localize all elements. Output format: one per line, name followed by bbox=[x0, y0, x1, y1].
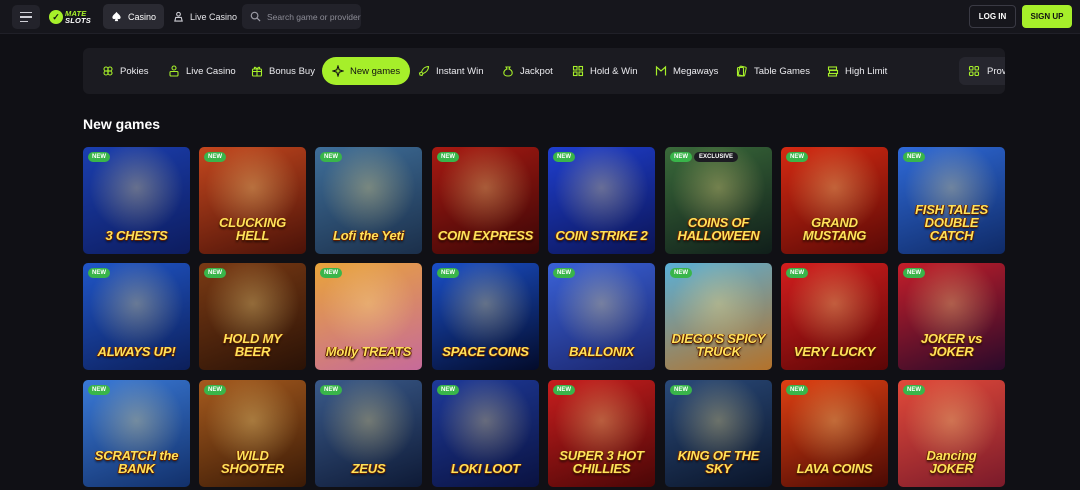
game-tile[interactable]: NEW SCRATCH the BANK bbox=[83, 380, 190, 487]
game-title: ALWAYS UP! bbox=[97, 344, 176, 359]
game-title: CLUCKING HELL bbox=[218, 215, 286, 243]
game-tile[interactable]: NEW FISH TALES DOUBLE CATCH bbox=[898, 147, 1005, 254]
game-title: COIN EXPRESS bbox=[437, 228, 534, 243]
game-tile[interactable]: NEW SUPER 3 HOT CHILLIES bbox=[548, 380, 655, 487]
new-badge: NEW bbox=[786, 268, 808, 278]
new-badge: NEW bbox=[88, 152, 110, 162]
game-tile[interactable]: NEW EXCLUSIVE COINS OF HALLOWEEN bbox=[665, 147, 772, 254]
game-tile[interactable]: NEW DIEGO'S SPICY TRUCK bbox=[665, 263, 772, 370]
game-title: FISH TALES DOUBLE CATCH bbox=[915, 202, 988, 243]
game-tile[interactable]: NEW HOLD MY BEER bbox=[199, 263, 306, 370]
game-tile[interactable]: NEW WILD SHOOTER bbox=[199, 380, 306, 487]
game-title: Molly TREATS bbox=[325, 344, 412, 359]
new-badge: NEW bbox=[903, 152, 925, 162]
game-tile[interactable]: NEW VERY LUCKY bbox=[781, 263, 888, 370]
game-tile[interactable]: NEW Dancing JOKER bbox=[898, 380, 1005, 487]
new-badge: NEW bbox=[553, 268, 575, 278]
new-badge: NEW bbox=[88, 385, 110, 395]
exclusive-badge: EXCLUSIVE bbox=[694, 152, 739, 162]
new-badge: NEW bbox=[320, 268, 342, 278]
game-title: Lofi the Yeti bbox=[332, 228, 405, 243]
new-badge: NEW bbox=[204, 385, 226, 395]
game-tile[interactable]: NEW COIN EXPRESS bbox=[432, 147, 539, 254]
game-tile[interactable]: NEW ALWAYS UP! bbox=[83, 263, 190, 370]
game-tile[interactable]: NEW Lofi the Yeti bbox=[315, 147, 422, 254]
game-tile[interactable]: NEW 3 CHESTS bbox=[83, 147, 190, 254]
new-badge: NEW bbox=[204, 152, 226, 162]
game-tile[interactable]: NEW CLUCKING HELL bbox=[199, 147, 306, 254]
game-tile[interactable]: NEW SPACE COINS bbox=[432, 263, 539, 370]
new-badge: NEW bbox=[670, 268, 692, 278]
new-badge: NEW bbox=[437, 152, 459, 162]
new-badge: NEW bbox=[670, 152, 692, 162]
new-badge: NEW bbox=[437, 268, 459, 278]
game-title: HOLD MY BEER bbox=[223, 331, 282, 359]
new-badge: NEW bbox=[320, 385, 342, 395]
game-tile[interactable]: NEW GRAND MUSTANG bbox=[781, 147, 888, 254]
game-title: ZEUS bbox=[351, 461, 386, 476]
game-title: COINS OF HALLOWEEN bbox=[677, 215, 760, 243]
game-tile[interactable]: NEW LAVA COINS bbox=[781, 380, 888, 487]
game-title: Dancing JOKER bbox=[926, 448, 977, 476]
game-tile[interactable]: NEW COIN STRIKE 2 bbox=[548, 147, 655, 254]
game-title: KING OF THE SKY bbox=[677, 448, 760, 476]
game-title: COIN STRIKE 2 bbox=[555, 228, 648, 243]
new-badge: NEW bbox=[553, 152, 575, 162]
game-tile[interactable]: NEW BALLONIX bbox=[548, 263, 655, 370]
game-title: GRAND MUSTANG bbox=[802, 215, 867, 243]
game-title: JOKER vs JOKER bbox=[920, 331, 983, 359]
game-tile[interactable]: NEW Molly TREATS bbox=[315, 263, 422, 370]
new-badge: NEW bbox=[786, 152, 808, 162]
game-grid: NEW 3 CHESTS NEW CLUCKING HELL NEW Lofi the Y… bbox=[0, 0, 1080, 490]
new-badge: NEW bbox=[903, 268, 925, 278]
game-title: BALLONIX bbox=[569, 344, 634, 359]
new-badge: NEW bbox=[437, 385, 459, 395]
game-tile[interactable]: NEW JOKER vs JOKER bbox=[898, 263, 1005, 370]
game-title: DIEGO'S SPICY TRUCK bbox=[671, 331, 766, 359]
game-title: SUPER 3 HOT CHILLIES bbox=[559, 448, 644, 476]
game-tile[interactable]: NEW KING OF THE SKY bbox=[665, 380, 772, 487]
new-badge: NEW bbox=[320, 152, 342, 162]
new-badge: NEW bbox=[786, 385, 808, 395]
game-tile[interactable]: NEW ZEUS bbox=[315, 380, 422, 487]
game-tile[interactable]: NEW LOKI LOOT bbox=[432, 380, 539, 487]
new-badge: NEW bbox=[553, 385, 575, 395]
game-title: 3 CHESTS bbox=[105, 228, 168, 243]
new-badge: NEW bbox=[88, 268, 110, 278]
new-badge: NEW bbox=[670, 385, 692, 395]
new-badge: NEW bbox=[903, 385, 925, 395]
game-title: LAVA COINS bbox=[796, 461, 873, 476]
game-title: SCRATCH the BANK bbox=[94, 448, 179, 476]
new-badge: NEW bbox=[204, 268, 226, 278]
game-title: SPACE COINS bbox=[442, 344, 529, 359]
game-title: WILD SHOOTER bbox=[221, 448, 284, 476]
game-title: LOKI LOOT bbox=[451, 461, 520, 476]
game-title: VERY LUCKY bbox=[793, 344, 876, 359]
